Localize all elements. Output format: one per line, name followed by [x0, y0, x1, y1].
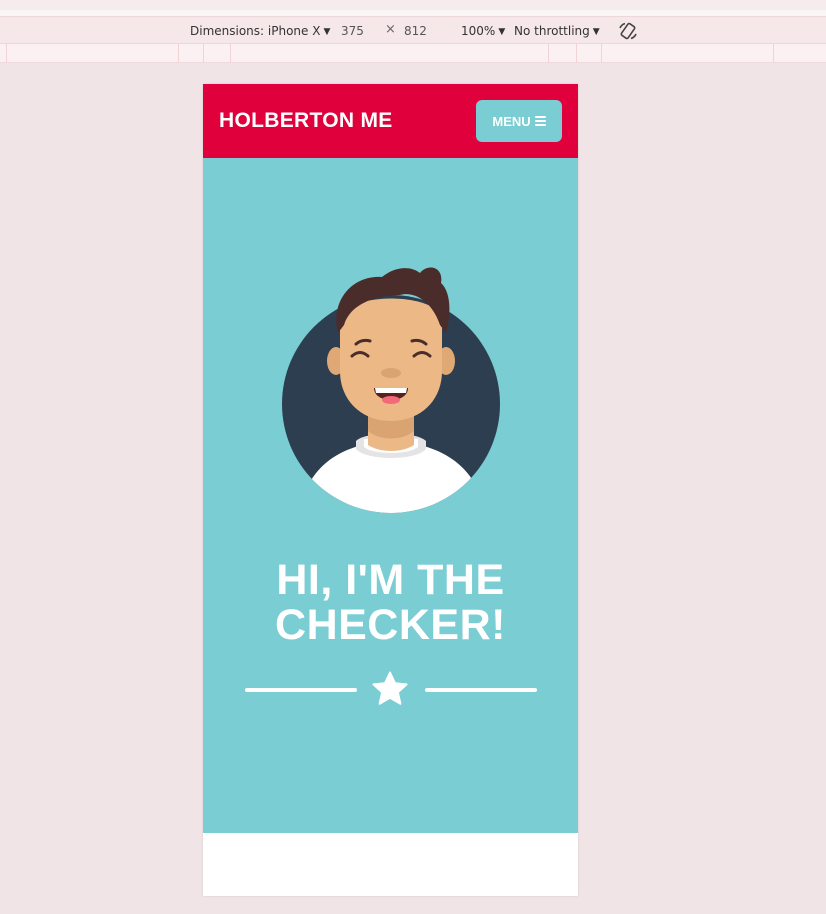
ruler-mark	[178, 44, 179, 63]
menu-label: MENU	[492, 113, 531, 129]
ruler-mark	[548, 44, 549, 63]
ruler-mark	[601, 44, 602, 63]
hero-section: HI, I'M THE CHECKER!	[203, 158, 578, 833]
site-brand[interactable]: HOLBERTON ME	[219, 109, 393, 133]
dimensions-dropdown[interactable]: Dimensions: iPhone X ▼	[190, 24, 330, 40]
throttling-value: No throttling	[514, 24, 590, 38]
divider-line-left	[245, 688, 357, 692]
throttling-dropdown[interactable]: No throttling ▼	[514, 24, 600, 40]
height-input[interactable]: 812	[404, 24, 427, 38]
avatar	[282, 267, 500, 513]
zoom-value: 100%	[461, 24, 496, 38]
ruler-mark	[773, 44, 774, 63]
zoom-dropdown[interactable]: 100% ▼	[461, 24, 505, 40]
divider-line-right	[425, 688, 537, 692]
page-body-below-hero	[203, 833, 578, 896]
ruler-mark	[230, 44, 231, 63]
star-divider	[245, 671, 537, 707]
menu-button[interactable]: MENU	[476, 100, 562, 142]
times-sign: ×	[385, 22, 396, 37]
hero-title-line-2: CHECKER!	[275, 601, 506, 649]
chevron-down-icon: ▼	[592, 27, 600, 37]
site-header: HOLBERTON ME MENU	[203, 84, 578, 158]
devtools-device-toolbar: Dimensions: iPhone X ▼ 375 × 812 100% ▼ No…	[0, 16, 826, 44]
ruler-mark	[6, 44, 7, 63]
chevron-down-icon: ▼	[498, 27, 506, 37]
dimensions-label: Dimensions: iPhone X	[190, 24, 321, 38]
ruler-mark	[203, 44, 204, 63]
browser-top-strip	[0, 0, 826, 10]
hero-title-line-1: HI, I'M THE	[276, 556, 505, 604]
chevron-down-icon: ▼	[323, 27, 331, 37]
device-ruler	[0, 44, 826, 63]
ruler-mark	[576, 44, 577, 63]
star-icon	[372, 671, 408, 705]
device-viewport: HOLBERTON ME MENU HI, I'M THE CHECKER!	[203, 84, 578, 896]
height-value: 812	[404, 24, 427, 38]
rotate-icon[interactable]	[617, 21, 639, 41]
hero-title: HI, I'M THE CHECKER!	[203, 558, 578, 648]
hamburger-icon	[534, 116, 546, 126]
width-input[interactable]: 375	[341, 24, 364, 38]
width-value: 375	[341, 24, 364, 38]
